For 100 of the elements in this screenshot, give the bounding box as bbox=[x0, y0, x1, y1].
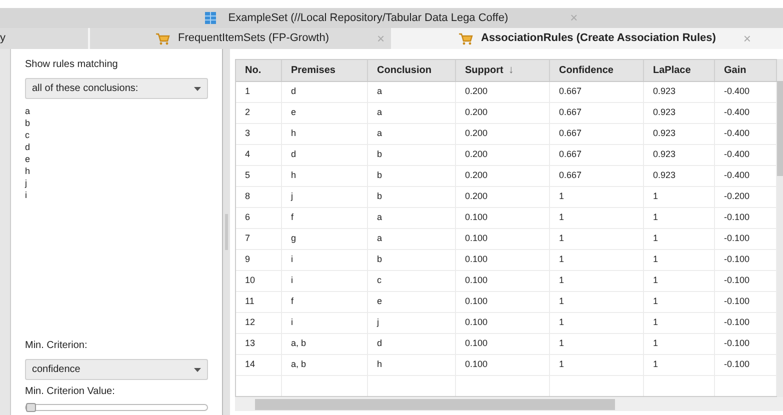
table-cell: 1 bbox=[550, 292, 644, 312]
table-cell: 0.100 bbox=[456, 208, 550, 228]
table-cell: 0.100 bbox=[456, 313, 550, 333]
table-cell: 0.200 bbox=[456, 187, 550, 207]
criterion-label: Min. Criterion: bbox=[25, 339, 88, 353]
sort-arrow-icon: ↓ bbox=[508, 62, 514, 79]
table-cell: b bbox=[368, 166, 456, 186]
table-cell: 1 bbox=[644, 313, 715, 333]
table-cell: 1 bbox=[550, 355, 644, 375]
table-cell: e bbox=[368, 292, 456, 312]
table-cell: f bbox=[282, 292, 368, 312]
horizontal-scrollbar[interactable] bbox=[235, 397, 783, 411]
table-cell: 0.923 bbox=[644, 103, 715, 123]
caret-icon bbox=[194, 368, 201, 372]
table-cell: 0.200 bbox=[456, 166, 550, 186]
table-cell: 1 bbox=[644, 250, 715, 270]
tab[interactable]: FrequentItemSets (FP-Growth) × bbox=[90, 28, 393, 49]
table-cell: d bbox=[368, 334, 456, 354]
table-cell: 0.667 bbox=[550, 103, 644, 123]
table-cell: 8 bbox=[236, 187, 282, 207]
table-cell: 1 bbox=[550, 271, 644, 291]
table-cell: 1 bbox=[644, 271, 715, 291]
column-header[interactable]: Confidence bbox=[550, 60, 644, 81]
filter-label: Show rules matching bbox=[25, 58, 119, 72]
table-cell: 0.667 bbox=[550, 82, 644, 102]
table-cell: 2 bbox=[236, 103, 282, 123]
table-cell: 0.200 bbox=[456, 103, 550, 123]
table-cell: 0.667 bbox=[550, 166, 644, 186]
table-cell: 4 bbox=[236, 145, 282, 165]
table-cell: 1 bbox=[550, 229, 644, 249]
table-cell: a, b bbox=[282, 355, 368, 375]
table-cell: 0.200 bbox=[456, 124, 550, 144]
table-cell: 1 bbox=[644, 229, 715, 249]
filter-option[interactable]: e bbox=[25, 153, 30, 165]
filter-option[interactable]: c bbox=[25, 129, 30, 141]
table-cell: 0.100 bbox=[456, 250, 550, 270]
table-icon bbox=[205, 12, 216, 24]
table-cell: a bbox=[368, 103, 456, 123]
table-cell: 0.923 bbox=[644, 82, 715, 102]
table-cell: 0.923 bbox=[644, 145, 715, 165]
criterion-value-label: Min. Criterion Value: bbox=[25, 385, 116, 399]
slider-track[interactable] bbox=[25, 404, 208, 411]
filter-option[interactable]: h bbox=[25, 165, 30, 177]
table-cell: 0.100 bbox=[456, 229, 550, 249]
table-cell: c bbox=[368, 271, 456, 291]
table-cell: i bbox=[282, 271, 368, 291]
table-cell: h bbox=[282, 166, 368, 186]
filter-option[interactable]: j bbox=[25, 177, 27, 189]
table-cell: h bbox=[368, 355, 456, 375]
table-cell: 0.100 bbox=[456, 334, 550, 354]
table-cell: 1 bbox=[644, 334, 715, 354]
table-cell: 1 bbox=[550, 187, 644, 207]
table-cell: d bbox=[282, 145, 368, 165]
table-cell: 0.923 bbox=[644, 124, 715, 144]
table-cell: a, b bbox=[282, 334, 368, 354]
table-cell: 0.100 bbox=[456, 292, 550, 312]
vertical-scrollbar[interactable] bbox=[777, 59, 783, 397]
table-cell: i bbox=[282, 250, 368, 270]
filter-option[interactable]: b bbox=[25, 117, 30, 129]
table-cell: j bbox=[282, 187, 368, 207]
table-cell: b bbox=[368, 187, 456, 207]
table-cell: 6 bbox=[236, 208, 282, 228]
table-cell: 0.200 bbox=[456, 145, 550, 165]
caret-icon bbox=[194, 86, 201, 90]
table-cell: 0.100 bbox=[456, 271, 550, 291]
table-cell: 5 bbox=[236, 166, 282, 186]
table-cell: 0.200 bbox=[456, 82, 550, 102]
filter-option[interactable]: i bbox=[25, 189, 27, 201]
table-cell: f bbox=[282, 208, 368, 228]
table-cell: 0.667 bbox=[550, 145, 644, 165]
table-cell: a bbox=[368, 229, 456, 249]
table-cell: d bbox=[282, 82, 368, 102]
column-header[interactable]: No. bbox=[236, 60, 282, 81]
dropdown[interactable]: confidence bbox=[25, 359, 208, 380]
tab-title: ExampleSet (//Local Repository/Tabular Data Lega Coffe) bbox=[228, 10, 508, 26]
table-cell: 1 bbox=[550, 334, 644, 354]
table-cell: 0.667 bbox=[550, 124, 644, 144]
tab[interactable]: y bbox=[0, 28, 90, 49]
filter-option[interactable]: a bbox=[25, 105, 30, 117]
tab[interactable]: AssociationRules (Create Association Rules) × bbox=[393, 28, 783, 49]
column-header[interactable]: Conclusion bbox=[368, 60, 456, 81]
table-cell: i bbox=[282, 313, 368, 333]
filter-option[interactable]: d bbox=[25, 141, 30, 153]
table-cell: a bbox=[368, 124, 456, 144]
table-cell: 0.100 bbox=[456, 355, 550, 375]
table-cell: h bbox=[282, 124, 368, 144]
table-cell: 1 bbox=[644, 208, 715, 228]
slider-thumb[interactable] bbox=[26, 403, 36, 412]
cart-icon bbox=[459, 32, 473, 44]
table-cell: 1 bbox=[644, 187, 715, 207]
table-cell: 1 bbox=[644, 355, 715, 375]
table-cell: 12 bbox=[236, 313, 282, 333]
table-cell: 1 bbox=[550, 208, 644, 228]
dropdown[interactable]: all of these conclusions: bbox=[25, 78, 208, 99]
table-cell: 10 bbox=[236, 271, 282, 291]
cart-icon bbox=[156, 32, 170, 44]
column-header[interactable]: Support ↓ bbox=[456, 60, 550, 81]
column-header[interactable]: Premises bbox=[282, 60, 368, 81]
table-cell: 1 bbox=[550, 250, 644, 270]
column-header[interactable]: LaPlace bbox=[644, 60, 715, 81]
